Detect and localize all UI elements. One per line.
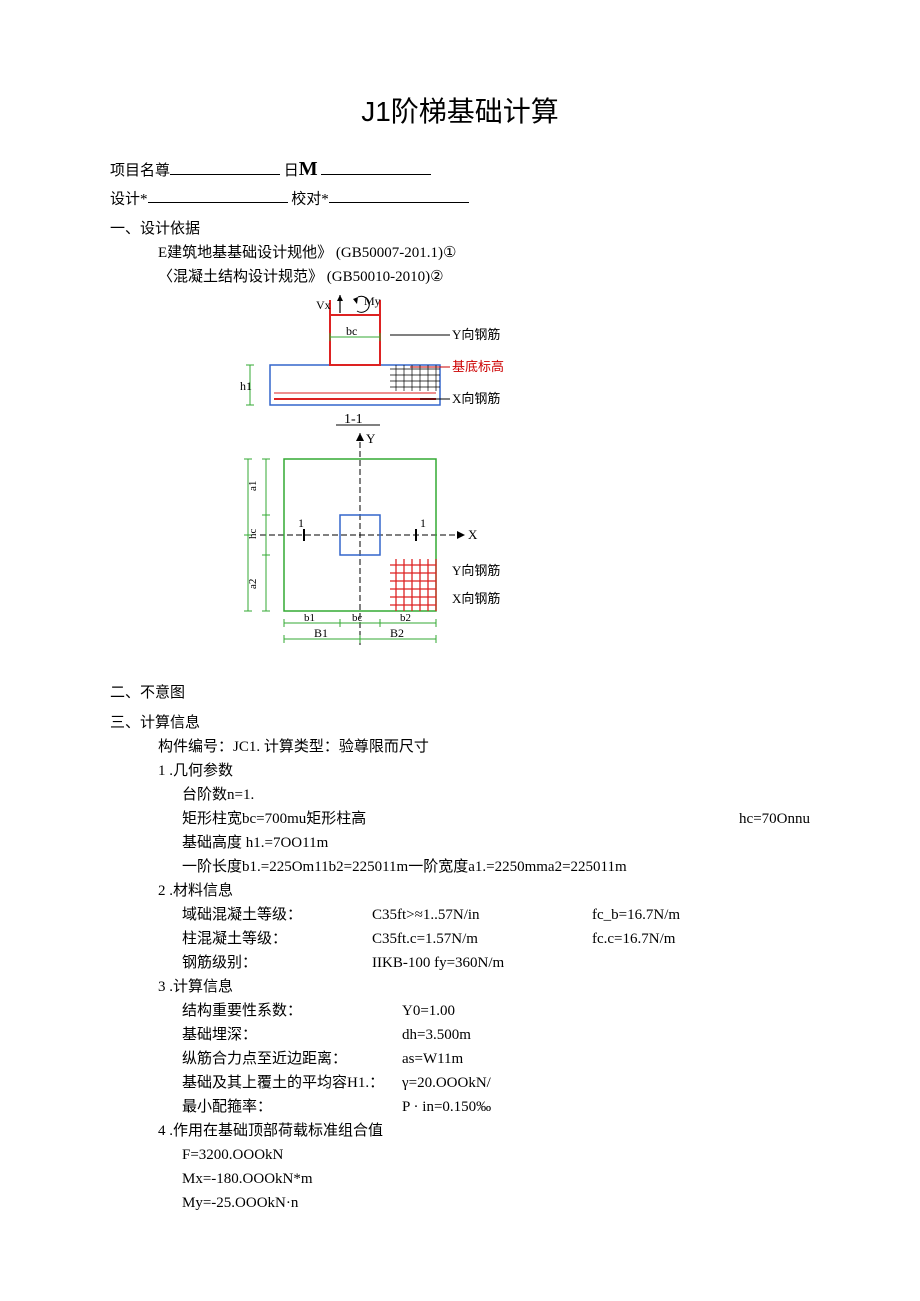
dim-B1: B1 bbox=[314, 626, 328, 640]
g2-row3: 钢筋级别： IIKB-100 fy=360N/m bbox=[110, 951, 810, 975]
dim-h1: h1 bbox=[240, 379, 252, 393]
project-label: 项目名尊 bbox=[110, 163, 170, 179]
g3-r1: 结构重要性系数：Y0=1.00 bbox=[110, 999, 810, 1023]
label-xbar-top: X向钢筋 bbox=[452, 391, 500, 406]
cut-1r: 1 bbox=[420, 516, 426, 530]
dim-b2: b2 bbox=[400, 612, 411, 624]
basis-line-2: 〈混凝土结构设计规范》 (GB50010-2010)② bbox=[110, 265, 810, 289]
g3-r3: 纵筋合力点至近边距离：as=W11m bbox=[110, 1047, 810, 1071]
date-label: 日 bbox=[284, 163, 299, 179]
g1-line2: 矩形柱宽bc=700mu矩形柱高 hc=70Onnu bbox=[110, 807, 810, 831]
design-label: 设计* bbox=[110, 191, 148, 207]
g2-r3a: 钢筋级别： bbox=[182, 951, 372, 975]
design-blank bbox=[148, 187, 288, 204]
g2-row1: 域础混凝土等级： C35ft>≈1..57N/in fc_b=16.7N/m bbox=[110, 903, 810, 927]
label-xbar-bot: X向钢筋 bbox=[452, 591, 500, 606]
g1-line4: 一阶长度b1.=225Om11b2=225011m一阶宽度a1.=2250mma… bbox=[110, 855, 810, 879]
basis-line-1: E建筑地基基础设计规他》 (GB50007-201.1)① bbox=[110, 241, 810, 265]
date-blank bbox=[321, 158, 431, 175]
page-title: J1阶梯基础计算 bbox=[110, 90, 810, 135]
g3-r4b: γ=20.OOOkN/ bbox=[402, 1071, 810, 1095]
group-2-heading: 2 .材料信息 bbox=[110, 879, 810, 903]
g1-l2a: 矩形柱宽bc=700mu矩形柱高 bbox=[182, 807, 366, 831]
g1-line1: 台阶数n=1. bbox=[110, 783, 810, 807]
m-glyph: M bbox=[299, 158, 318, 180]
g3-r2: 基础埋深：dh=3.500m bbox=[110, 1023, 810, 1047]
group-3-heading: 3 .计算信息 bbox=[110, 975, 810, 999]
g3-r2a: 基础埋深： bbox=[182, 1023, 402, 1047]
dim-a1s: a1 bbox=[247, 481, 259, 491]
section-3-heading: 三、计算信息 bbox=[110, 711, 810, 735]
dim-hc: hc bbox=[247, 529, 259, 540]
cut-1l: 1 bbox=[298, 516, 304, 530]
g3-r5: 最小配箍率：P · in=0.150‰ bbox=[110, 1095, 810, 1119]
axis-x: X bbox=[468, 527, 478, 542]
dim-a2s: a2 bbox=[247, 579, 259, 589]
dim-B2: B2 bbox=[390, 626, 404, 640]
g2-r2b: C35ft.c=1.57N/m bbox=[372, 927, 592, 951]
group-1-heading: 1 .几何参数 bbox=[110, 759, 810, 783]
dim-bc2: bc bbox=[352, 612, 363, 624]
check-blank bbox=[329, 187, 469, 204]
g4-l2: Mx=-180.OOOkN*m bbox=[110, 1167, 810, 1191]
g3-r3a: 纵筋合力点至近边距离： bbox=[182, 1047, 402, 1071]
diagram: h1 Vx My bc Y向钢筋 基底标高 X向钢筋 1-1 Y X bbox=[240, 295, 810, 675]
g3-r3b: as=W11m bbox=[402, 1047, 810, 1071]
label-base: 基底标高 bbox=[452, 359, 504, 374]
check-label: 校对* bbox=[291, 191, 329, 207]
g3-r5a: 最小配箍率： bbox=[182, 1095, 402, 1119]
group-4-heading: 4 .作用在基础顶部荷载标准组合值 bbox=[110, 1119, 810, 1143]
g2-r3b: IIKB-100 fy=360N/m bbox=[372, 951, 592, 975]
g1-line3: 基础高度 h1.=7OO11m bbox=[110, 831, 810, 855]
section-1-heading: 一、设计依据 bbox=[110, 217, 810, 241]
label-vx: Vx bbox=[316, 298, 331, 312]
component-no: 构件编号：JC1. 计算类型：验尊限而尺寸 bbox=[110, 735, 810, 759]
g2-r1c: fc_b=16.7N/m bbox=[592, 903, 810, 927]
label-my: My bbox=[364, 295, 381, 308]
g3-r5b: P · in=0.150‰ bbox=[402, 1095, 810, 1119]
label-ybar-bot: Y向钢筋 bbox=[452, 563, 500, 578]
dim-bc: bc bbox=[346, 324, 357, 338]
axis-y: Y bbox=[366, 431, 376, 446]
project-blank bbox=[170, 158, 280, 175]
g3-r1b: Y0=1.00 bbox=[402, 999, 810, 1023]
project-row: 项目名尊 日M bbox=[110, 153, 810, 185]
g2-r2a: 柱混凝土等级： bbox=[182, 927, 372, 951]
g3-r1a: 结构重要性系数： bbox=[182, 999, 402, 1023]
g1-l2b: hc=70Onnu bbox=[739, 807, 810, 831]
label-ybar-top: Y向钢筋 bbox=[452, 327, 500, 342]
g2-r2c: fc.c=16.7N/m bbox=[592, 927, 810, 951]
g4-l3: My=-25.OOOkN·n bbox=[110, 1191, 810, 1215]
designer-row: 设计* 校对* bbox=[110, 187, 810, 212]
g2-r1b: C35ft>≈1..57N/in bbox=[372, 903, 592, 927]
g2-r1a: 域础混凝土等级： bbox=[182, 903, 372, 927]
g3-r4a: 基础及其上覆土的平均容H1.： bbox=[182, 1071, 402, 1095]
g3-r2b: dh=3.500m bbox=[402, 1023, 810, 1047]
g4-l1: F=3200.OOOkN bbox=[110, 1143, 810, 1167]
g2-row2: 柱混凝土等级： C35ft.c=1.57N/m fc.c=16.7N/m bbox=[110, 927, 810, 951]
g3-r4: 基础及其上覆土的平均容H1.：γ=20.OOOkN/ bbox=[110, 1071, 810, 1095]
dim-b1: b1 bbox=[304, 612, 315, 624]
section-2-heading: 二、不意图 bbox=[110, 681, 810, 705]
